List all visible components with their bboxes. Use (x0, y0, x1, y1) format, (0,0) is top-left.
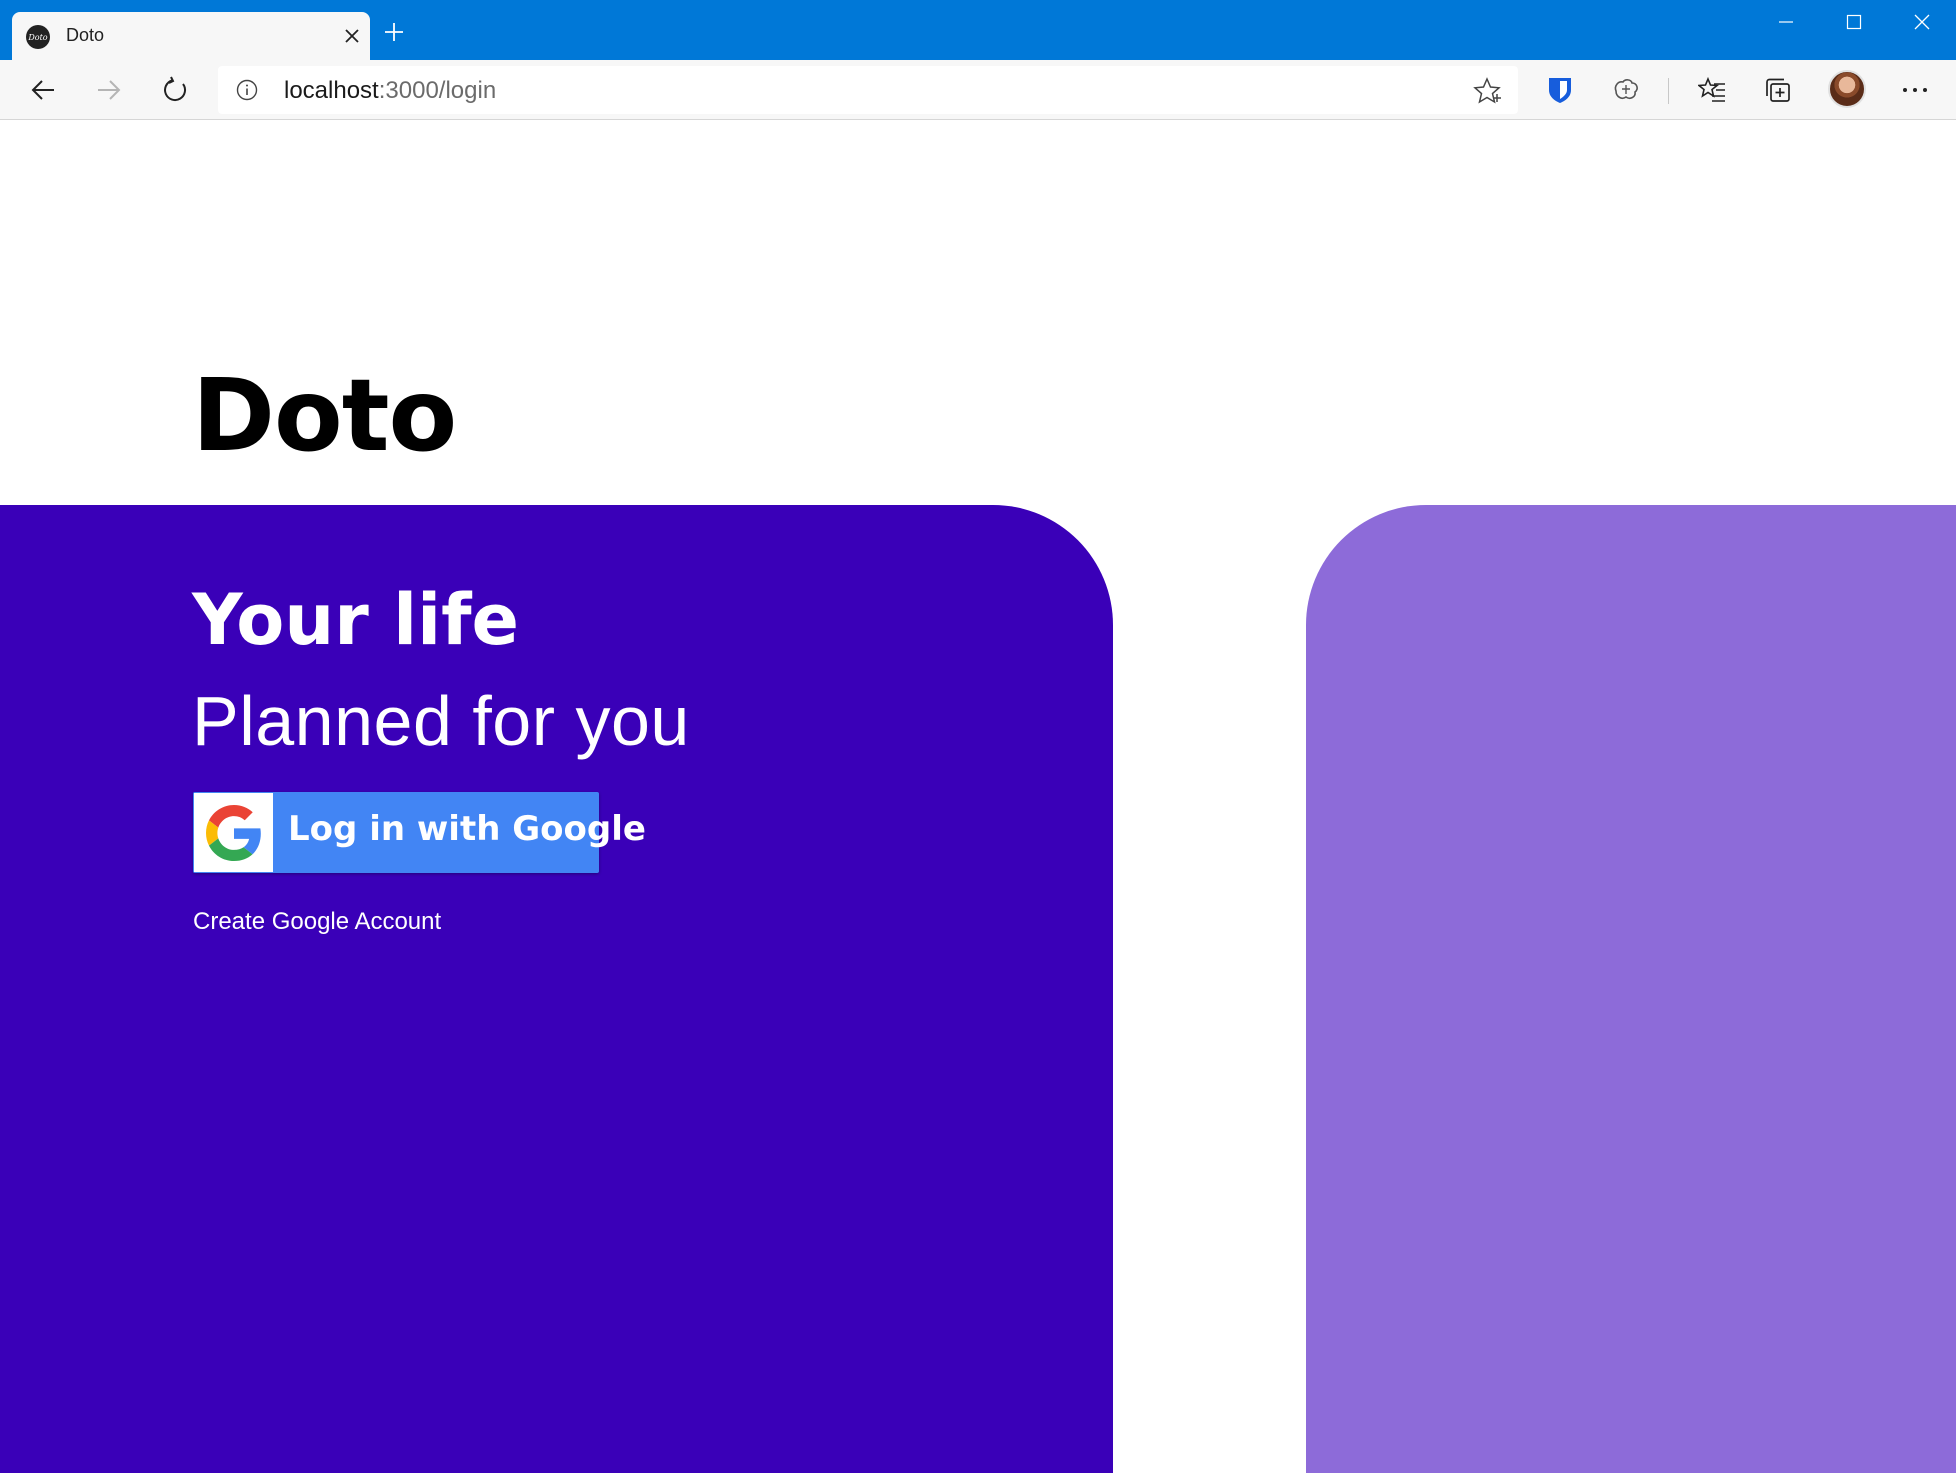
collections-icon (1766, 78, 1790, 102)
google-login-label: Log in with Google (288, 809, 646, 849)
extension-button[interactable] (1604, 68, 1648, 112)
tab-close-button[interactable] (338, 22, 366, 50)
url-path: :3000/login (378, 77, 497, 104)
create-google-account-link[interactable]: Create Google Account (193, 908, 441, 936)
window-close-button[interactable] (1888, 0, 1956, 44)
google-logo-container (194, 793, 273, 872)
refresh-icon (164, 76, 186, 102)
tagline-bold: Your life (192, 579, 519, 661)
profile-avatar[interactable] (1828, 70, 1866, 108)
bitwarden-icon (1549, 78, 1571, 103)
browser-tab[interactable]: Doto Doto (12, 12, 370, 60)
google-g-icon (205, 804, 261, 861)
collections-button[interactable] (1756, 68, 1800, 112)
back-button[interactable] (21, 68, 65, 112)
minimize-button[interactable] (1752, 0, 1820, 44)
favorites-button[interactable] (1690, 68, 1734, 112)
back-arrow-icon (31, 80, 54, 100)
maximize-button[interactable] (1820, 0, 1888, 44)
browser-titlebar: Doto Doto (0, 0, 1956, 60)
tab-title: Doto (66, 25, 105, 45)
hero-panel (0, 505, 1113, 1473)
extension-icon (1614, 79, 1638, 99)
minimize-icon (1779, 21, 1793, 23)
browser-toolbar: localhost:3000/login (0, 60, 1956, 120)
favorites-icon (1698, 76, 1725, 102)
app-title: Doto (192, 357, 457, 474)
login-page: Doto Your life Planned for you Log in wi… (0, 121, 1956, 1473)
toolbar-divider (1668, 78, 1669, 104)
close-icon (1914, 14, 1930, 30)
doto-favicon-icon: Doto (26, 25, 50, 49)
plus-icon (385, 23, 403, 41)
maximize-icon (1846, 14, 1862, 30)
forward-button[interactable] (87, 68, 131, 112)
url-host: localhost (284, 77, 379, 104)
tagline-light: Planned for you (192, 682, 690, 760)
address-bar[interactable]: localhost:3000/login (218, 66, 1518, 114)
more-button[interactable] (1893, 68, 1937, 112)
forward-arrow-icon (98, 80, 121, 100)
decorative-side-panel (1306, 505, 1956, 1473)
bitwarden-button[interactable] (1538, 68, 1582, 112)
url-text[interactable]: localhost:3000/login (284, 77, 496, 105)
refresh-button[interactable] (153, 68, 197, 112)
star-icon[interactable] (1472, 76, 1502, 106)
new-tab-button[interactable] (378, 16, 410, 48)
more-icon (1903, 88, 1927, 92)
close-icon (345, 29, 359, 43)
info-icon[interactable] (236, 79, 258, 101)
google-login-button[interactable]: Log in with Google (193, 792, 646, 873)
